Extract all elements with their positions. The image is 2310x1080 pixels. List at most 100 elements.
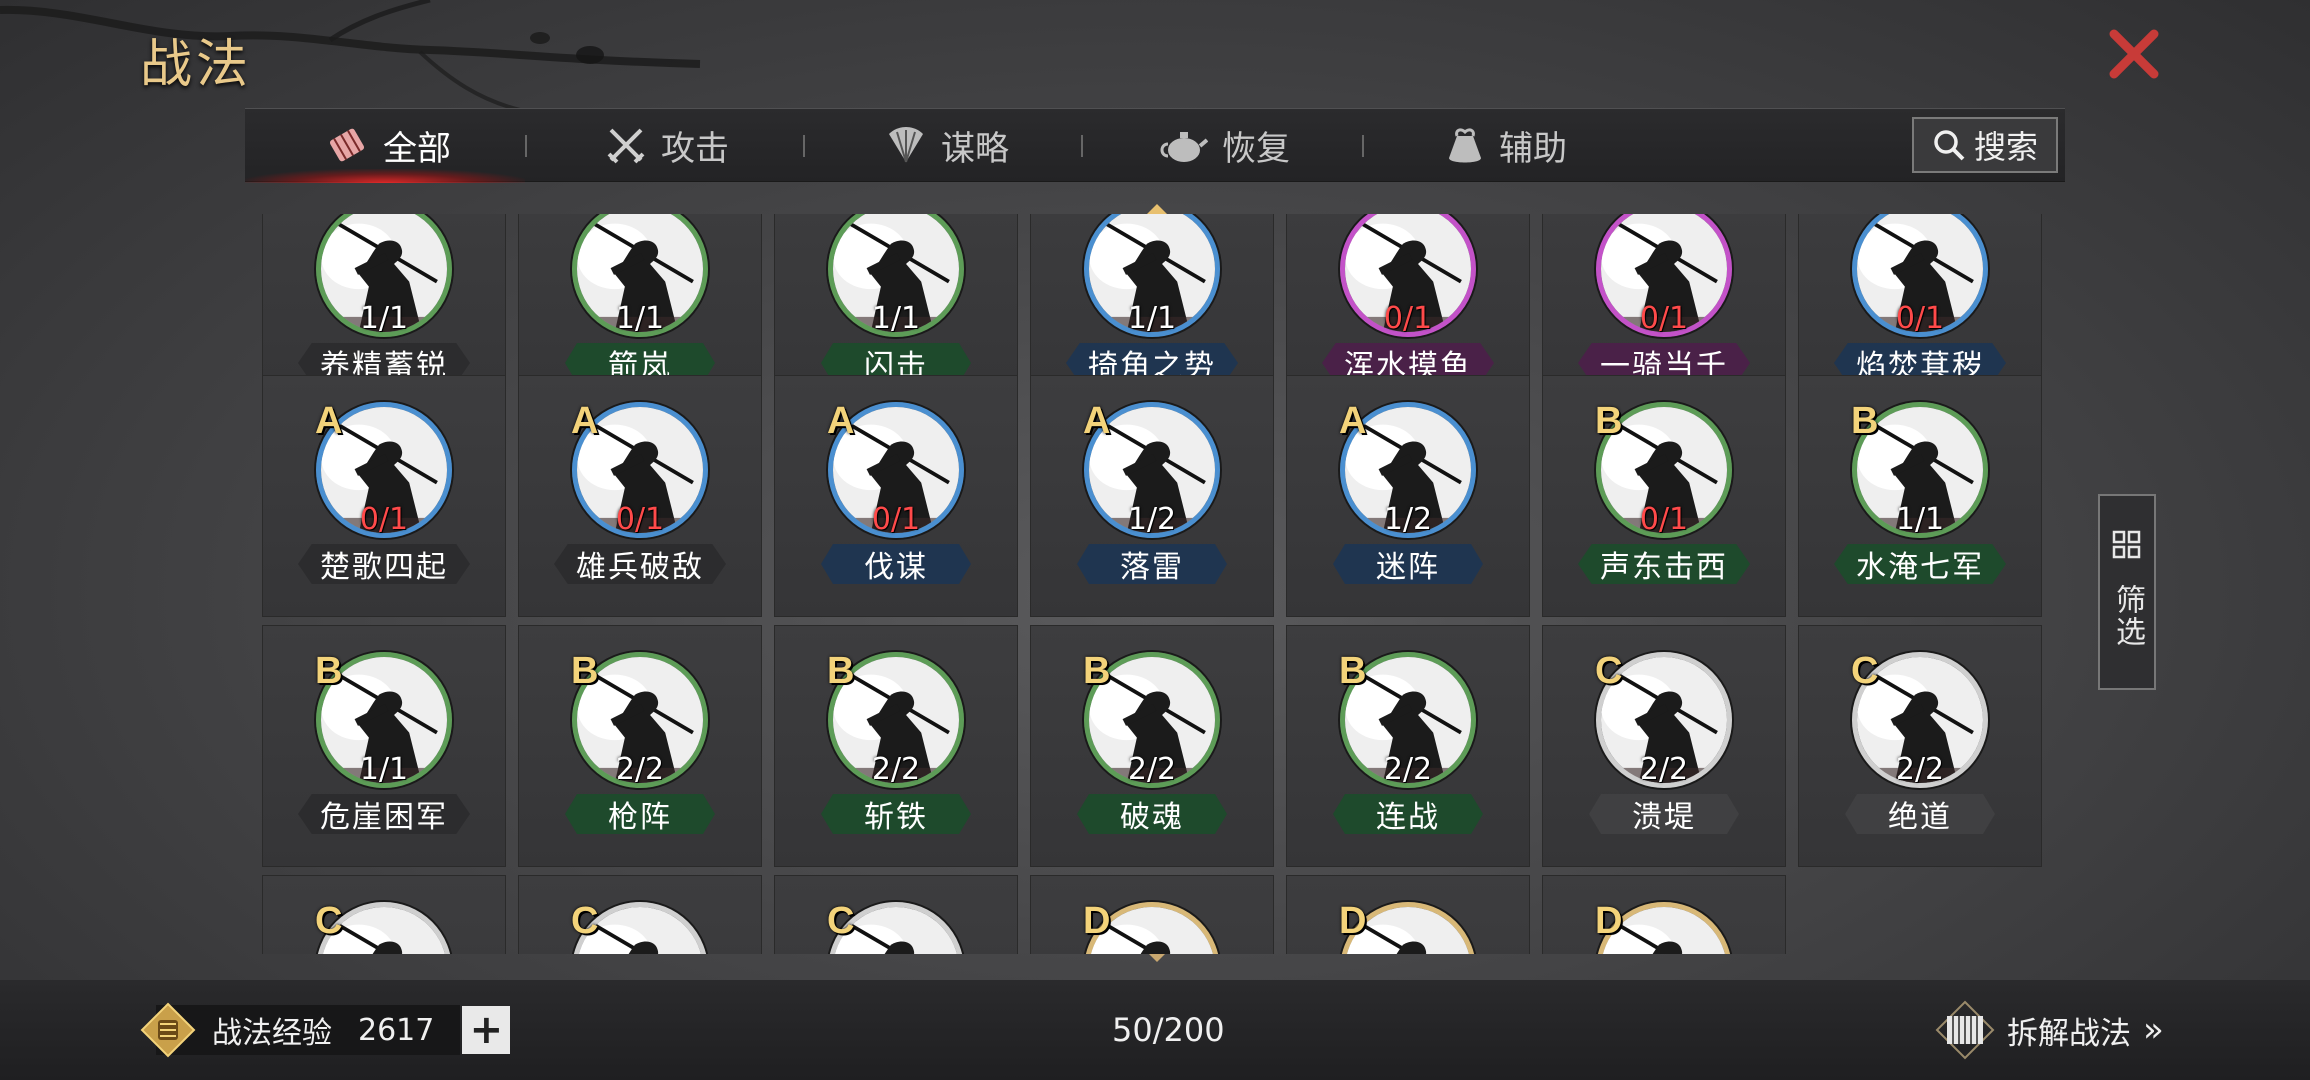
skill-name: 危崖困军 (298, 794, 470, 834)
tab-strategy[interactable]: 谋略 (885, 109, 1009, 181)
skill-name: 破魂 (1077, 794, 1227, 834)
skill-card[interactable]: B 1/1 水淹七军 (1798, 375, 2042, 617)
tab-support[interactable]: 辅助 (1445, 109, 1567, 181)
skill-count: 2/2 (1639, 752, 1689, 787)
skill-grid: 1/1养精蓄锐10%1/1箭岚10%1/1闪击70%1/1掎角之势85%0/1浑… (262, 214, 2042, 954)
tab-all[interactable]: 全部 (325, 109, 451, 181)
skill-count: 1/1 (359, 752, 409, 787)
skill-count: 2/2 (1895, 752, 1945, 787)
tab-all-label: 全部 (383, 128, 451, 169)
skill-name: 水淹七军 (1834, 544, 2006, 584)
close-icon[interactable] (2108, 28, 2160, 80)
tab-attack-label: 攻击 (661, 128, 729, 169)
skill-exp-icon (140, 1002, 196, 1058)
tab-strategy-label: 谋略 (941, 128, 1009, 169)
tab-divider (1081, 135, 1083, 157)
grid-filter-icon (2112, 530, 2141, 559)
skill-count: 1/1 (359, 301, 409, 336)
skill-grade-badge: C (1851, 650, 1879, 692)
skill-count: 1/2 (1383, 502, 1433, 537)
skill-grade-badge: B (1595, 400, 1623, 442)
search-button[interactable]: 搜索 (1912, 117, 2058, 173)
filter-label: 筛选 (2110, 584, 2145, 648)
tab-support-label: 辅助 (1499, 128, 1567, 169)
tab-divider (803, 135, 805, 157)
add-exp-button[interactable]: + (462, 1006, 511, 1054)
skill-card[interactable]: C (262, 875, 506, 954)
skill-card[interactable]: A 0/1 楚歌四起 (262, 375, 506, 617)
skill-count: 1/1 (1127, 301, 1177, 336)
bamboo-scroll-icon (1935, 1000, 1995, 1060)
skill-name: 绝道 (1845, 794, 1995, 834)
skill-grade-badge: A (1083, 400, 1111, 442)
filter-button[interactable]: 筛选 (2098, 494, 2156, 690)
bottom-bar: 战法经验 2617 + 50/200 拆解战法 » (0, 980, 2310, 1080)
skill-count: 0/1 (1639, 502, 1689, 537)
tab-divider (1362, 135, 1364, 157)
skill-count: 1/2 (1127, 502, 1177, 537)
teapot-icon (1160, 132, 1208, 162)
skill-count: 2/2 (615, 752, 665, 787)
skill-exp-panel: 战法经验 2617 + (140, 1000, 511, 1060)
skill-count: 0/1 (871, 502, 921, 537)
skill-grade-badge: A (1339, 400, 1367, 442)
skill-name: 连战 (1333, 794, 1483, 834)
search-label: 搜索 (1973, 128, 2038, 166)
disassemble-skills-button[interactable]: 拆解战法 » (1935, 996, 2164, 1064)
skill-name: 雄兵破敌 (554, 544, 726, 584)
skill-card[interactable]: C (774, 875, 1018, 954)
skill-grade-badge: B (1083, 650, 1111, 692)
skill-card[interactable]: D (1030, 875, 1274, 954)
skill-card[interactable]: C 2/2 绝道 (1798, 625, 2042, 867)
skill-grade-badge: C (827, 900, 855, 942)
tab-recovery[interactable]: 恢复 (1160, 109, 1290, 181)
page-title: 战法 (140, 35, 253, 95)
skill-card[interactable]: B 1/1 危崖困军 (262, 625, 506, 867)
skill-count: 2/2 (871, 752, 921, 787)
skill-grade-badge: B (827, 650, 855, 692)
skill-card[interactable]: A 0/1 雄兵破敌 (518, 375, 762, 617)
crossed-swords-icon (607, 128, 645, 164)
skill-card[interactable]: A 1/2 落雷 (1030, 375, 1274, 617)
skill-card[interactable]: A 1/2 迷阵 (1286, 375, 1530, 617)
skill-grade-badge: B (571, 650, 599, 692)
skill-grade-badge: B (315, 650, 343, 692)
skill-grade-badge: D (1083, 900, 1111, 942)
skill-card[interactable]: B 2/2 枪阵 (518, 625, 762, 867)
skill-grade-badge: B (1339, 650, 1367, 692)
skill-card[interactable]: A 0/1 伐谋 (774, 375, 1018, 617)
skill-grade-badge: B (1851, 400, 1879, 442)
tab-recovery-label: 恢复 (1222, 128, 1290, 169)
skill-grade-badge: A (571, 400, 599, 442)
search-icon (1934, 130, 1965, 161)
skill-card[interactable]: B 2/2 破魂 (1030, 625, 1274, 867)
skill-count: 2/2 (1383, 752, 1433, 787)
skill-card[interactable]: B 2/2 斩铁 (774, 625, 1018, 867)
skill-count: 0/1 (1639, 301, 1689, 336)
skill-exp-label: 战法经验 (212, 1016, 332, 1051)
skill-name: 声东击西 (1578, 544, 1750, 584)
all-skills-icon (329, 128, 365, 162)
skill-exp-value: 2617 (358, 1012, 435, 1048)
tab-attack[interactable]: 攻击 (605, 109, 729, 181)
skill-grade-badge: C (1595, 650, 1623, 692)
strategy-fan-icon (889, 126, 923, 163)
skill-grade-badge: C (571, 900, 599, 942)
skill-card[interactable]: C 2/2 溃堤 (1542, 625, 1786, 867)
skill-grade-badge: A (315, 400, 343, 442)
ink-branch-decoration (0, 0, 701, 112)
skill-card[interactable]: C (518, 875, 762, 954)
skill-count: 0/1 (1895, 301, 1945, 336)
skill-capacity-count: 50/200 (1112, 1011, 1225, 1049)
pouch-icon (1449, 128, 1481, 163)
skill-card[interactable]: D (1542, 875, 1786, 954)
skill-card[interactable]: D (1286, 875, 1530, 954)
skill-card[interactable]: B 0/1 声东击西 (1542, 375, 1786, 617)
skill-count: 0/1 (615, 502, 665, 537)
skill-count: 0/1 (1383, 301, 1433, 336)
skill-count: 1/1 (615, 301, 665, 336)
skill-count: 0/1 (359, 502, 409, 537)
skill-name: 伐谋 (821, 544, 971, 584)
skill-exp-box: 战法经验 2617 (156, 1005, 461, 1055)
skill-card[interactable]: B 2/2 连战 (1286, 625, 1530, 867)
